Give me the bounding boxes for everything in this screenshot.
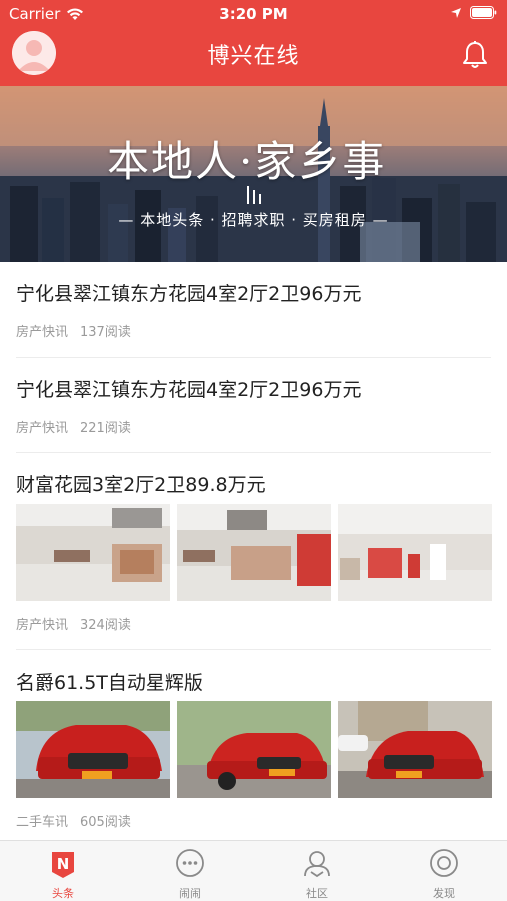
news-category: 房产快讯 <box>16 618 69 633</box>
news-meta: 房产快讯 324阅读 <box>16 614 131 633</box>
tab-headlines[interactable]: N 头条 <box>0 841 126 901</box>
banner-headline: 本地人·家乡事 <box>107 137 387 186</box>
news-thumbnail <box>338 701 492 798</box>
divider <box>16 357 491 358</box>
tab-label: 闹闹 <box>179 887 201 900</box>
news-title: 宁化县翠江镇东方花园4室2厅2卫96万元 <box>16 283 362 305</box>
bell-icon[interactable] <box>459 39 491 71</box>
divider <box>16 649 491 650</box>
room-photo-image <box>16 504 170 601</box>
news-thumbnail <box>177 504 331 601</box>
location-arrow-icon <box>451 7 461 18</box>
news-title: 宁化县翠江镇东方花园4室2厅2卫96万元 <box>16 379 362 401</box>
tab-discover[interactable]: 发现 <box>381 841 507 901</box>
tab-chat[interactable]: 闹闹 <box>127 841 253 901</box>
car-photo-image <box>177 701 331 798</box>
community-icon <box>304 851 330 878</box>
tab-community[interactable]: 社区 <box>254 841 380 901</box>
news-title: 财富花园3室2厅2卫89.8万元 <box>16 474 266 496</box>
status-bar: Carrier 3:20 PM <box>0 0 507 28</box>
headline-icon: N <box>52 852 74 878</box>
news-thumbnail <box>16 701 170 798</box>
news-thumbnail <box>338 504 492 601</box>
news-meta: 房产快讯 221阅读 <box>16 417 131 436</box>
battery-icon <box>470 6 497 19</box>
news-category: 房产快讯 <box>16 421 69 436</box>
news-thumbnail <box>177 701 331 798</box>
news-thumbnail <box>16 504 170 601</box>
news-meta: 二手车讯 605阅读 <box>16 811 131 830</box>
room-photo-image <box>338 504 492 601</box>
car-photo-image <box>16 701 170 798</box>
chat-icon <box>176 849 204 877</box>
news-reads: 221阅读 <box>80 421 131 436</box>
status-time: 3:20 PM <box>219 5 288 23</box>
svg-text:N: N <box>57 855 70 873</box>
divider <box>16 452 491 453</box>
room-photo-image <box>177 504 331 601</box>
tab-label: 社区 <box>306 887 328 900</box>
nav-bar: 博兴在线 <box>0 28 507 86</box>
tab-label: 发现 <box>433 887 455 900</box>
car-photo-image <box>338 701 492 798</box>
banner-subtitle: — 本地头条 · 招聘求职 · 买房租房 — <box>118 211 389 229</box>
news-reads: 324阅读 <box>80 618 131 633</box>
tab-bar: N 头条 闹闹 社区 发现 <box>0 840 507 901</box>
news-reads: 605阅读 <box>80 815 131 830</box>
news-reads: 137阅读 <box>80 325 131 340</box>
tab-label: 头条 <box>52 887 74 900</box>
page-title: 博兴在线 <box>207 44 300 69</box>
promo-banner[interactable]: 本地人·家乡事 — 本地头条 · 招聘求职 · 买房租房 — <box>0 86 507 262</box>
news-category: 房产快讯 <box>16 325 69 340</box>
discover-icon <box>430 849 458 877</box>
news-category: 二手车讯 <box>16 815 69 830</box>
news-meta: 房产快讯 137阅读 <box>16 321 131 340</box>
news-title: 名爵61.5T自动星辉版 <box>16 672 203 694</box>
